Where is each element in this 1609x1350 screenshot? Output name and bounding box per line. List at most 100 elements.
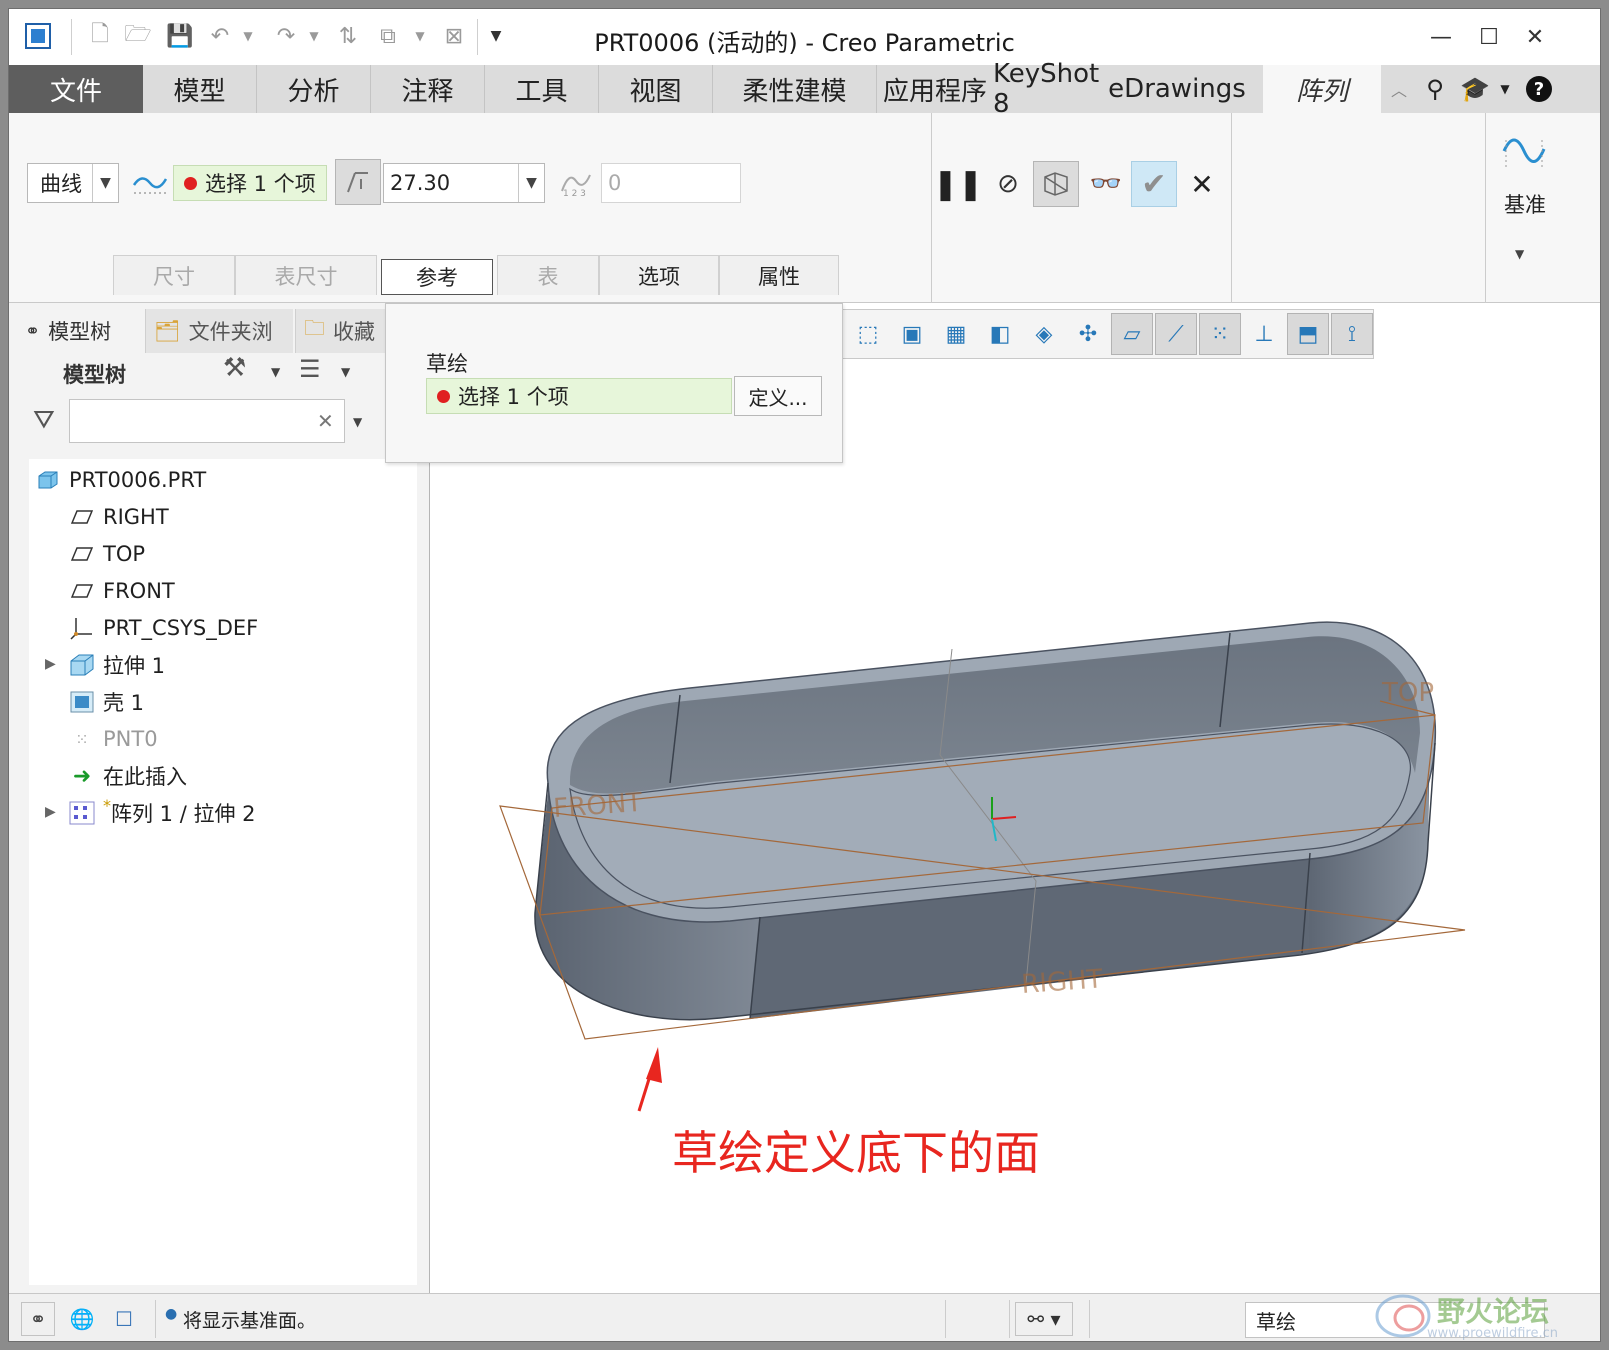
pattern-type-select[interactable]: 曲线 ▼: [27, 163, 119, 203]
tree-item-pnt0[interactable]: ⁙ PNT0: [67, 722, 157, 756]
tree-item-part[interactable]: PRT0006.PRT: [33, 463, 206, 497]
collapse-ribbon-icon[interactable]: ︿: [1383, 73, 1415, 105]
datum-label-right: RIGHT: [1020, 964, 1103, 1000]
help-icon[interactable]: ?: [1523, 73, 1555, 105]
selection-filter-value: 草绘: [1256, 1309, 1296, 1334]
member-count-input[interactable]: 0: [601, 163, 741, 203]
required-dot-icon: [437, 389, 450, 403]
find-binoculars-icon[interactable]: ⚯ ▾: [1015, 1302, 1073, 1336]
tab-model-tree[interactable]: ⚭ 模型树: [17, 309, 143, 353]
datum-dropdown-icon[interactable]: ▼: [1515, 247, 1524, 261]
no-preview-icon[interactable]: ⊘: [985, 161, 1031, 207]
tab-folder-browser-label: 文件夹浏: [188, 320, 273, 344]
tab-analysis[interactable]: 分析: [257, 65, 371, 113]
pattern-type-value: 曲线: [40, 172, 82, 196]
datum-icon[interactable]: [1499, 125, 1549, 175]
separator: [1485, 113, 1486, 303]
verify-preview-icon[interactable]: 👓: [1083, 161, 1129, 207]
annotation-arrow: [637, 1047, 662, 1112]
spacing-input[interactable]: 27.30 ▼: [383, 163, 545, 203]
tree-item-insert-here[interactable]: ➜ 在此插入: [67, 759, 187, 793]
subtab-properties[interactable]: 属性: [719, 255, 839, 295]
tree-item-right[interactable]: RIGHT: [67, 500, 169, 534]
pause-icon[interactable]: ❚❚: [933, 161, 983, 207]
tab-tools[interactable]: 工具: [485, 65, 599, 113]
tab-keyshot[interactable]: KeyShot 8: [993, 59, 1105, 119]
chevron-down-icon[interactable]: ▼: [92, 164, 118, 202]
tab-applications[interactable]: 应用程序: [877, 65, 993, 113]
search-icon[interactable]: ⚲: [1419, 73, 1451, 105]
ok-checkmark-icon[interactable]: ✔: [1131, 161, 1177, 207]
tree-item-label: 壳 1: [103, 691, 145, 715]
maximize-icon[interactable]: ☐: [1469, 21, 1509, 53]
expand-arrow-icon[interactable]: ▶: [45, 804, 56, 820]
tab-edrawings[interactable]: eDrawings: [1105, 65, 1249, 113]
tree-item-pattern-1[interactable]: * 阵列 1 / 拉伸 2: [67, 796, 256, 830]
tree-item-label: RIGHT: [103, 505, 169, 529]
model-tree: PRT0006.PRT RIGHT TOP FRONT PRT_CSYS_DEF…: [29, 459, 417, 1285]
browser-toggle-icon[interactable]: 🌐: [65, 1302, 99, 1336]
tab-view[interactable]: 视图: [599, 65, 713, 113]
minimize-icon[interactable]: —: [1421, 21, 1461, 53]
learning-dropdown-icon[interactable]: ▼: [1489, 73, 1521, 105]
tree-item-front[interactable]: FRONT: [67, 574, 175, 608]
subtab-options[interactable]: 选项: [599, 255, 719, 295]
learning-connector-icon[interactable]: 🎓: [1459, 73, 1491, 105]
datum-plane-icon: [67, 509, 97, 525]
tab-favorites[interactable]: 🗀 收藏: [295, 309, 385, 353]
chevron-down-icon[interactable]: ▼: [518, 164, 544, 202]
subtab-references[interactable]: 参考: [381, 259, 493, 295]
member-count-value: 0: [608, 171, 622, 195]
tree-item-extrude-1[interactable]: 拉伸 1: [67, 648, 165, 682]
preview-geometry-icon[interactable]: [1033, 161, 1079, 207]
close-icon[interactable]: ✕: [1515, 21, 1555, 53]
tab-pattern[interactable]: 阵列: [1263, 65, 1381, 113]
tab-annotate[interactable]: 注释: [371, 65, 485, 113]
filter-icon[interactable]: ⛛: [33, 405, 55, 436]
tree-item-label: 在此插入: [103, 765, 187, 789]
tree-item-top[interactable]: TOP: [67, 537, 145, 571]
tree-item-label: TOP: [103, 542, 146, 566]
show-list-icon[interactable]: ☰: [299, 355, 321, 383]
clear-filter-icon[interactable]: ✕: [317, 409, 334, 433]
model-tree-filter-input[interactable]: [69, 399, 345, 443]
settings-hammer-icon[interactable]: ⚒: [223, 353, 246, 383]
separator: [1009, 1300, 1010, 1338]
model-tree-header: 模型树: [63, 363, 126, 387]
full-screen-icon[interactable]: ☐: [107, 1302, 141, 1336]
tab-favorites-label: 收藏: [333, 320, 375, 344]
member-count-icon[interactable]: 1 2 3: [553, 159, 599, 205]
sketch-collector[interactable]: 选择 1 个项: [426, 378, 732, 414]
extrude-icon: [67, 653, 97, 677]
window-title: PRT0006 (活动的) - Creo Parametric: [594, 29, 1015, 57]
expand-arrow-icon[interactable]: ▶: [45, 656, 56, 672]
navigator-toggle-icon[interactable]: ⚭: [21, 1302, 55, 1336]
watermark-url: www.proewildfire.cn: [1427, 1326, 1558, 1341]
favorites-icon: 🗀: [304, 315, 325, 340]
tab-file[interactable]: 文件: [9, 65, 143, 113]
tab-folder-browser[interactable]: 🗂 文件夹浏: [145, 309, 293, 353]
tab-flexible-modeling[interactable]: 柔性建模: [713, 65, 877, 113]
tree-item-csys[interactable]: PRT_CSYS_DEF: [67, 611, 258, 645]
cancel-x-icon[interactable]: ✕: [1179, 161, 1225, 207]
tree-item-label: FRONT: [103, 579, 175, 603]
annotation-text: 草绘定义底下的面: [672, 1126, 1040, 1180]
subtab-table[interactable]: 表: [497, 255, 599, 295]
tree-item-label: 拉伸 1: [103, 654, 166, 678]
tab-model[interactable]: 模型: [143, 65, 257, 113]
filter-dropdown-icon[interactable]: ▼: [353, 415, 362, 429]
datum-label[interactable]: 基准: [1497, 189, 1553, 219]
pattern-dashboard: 曲线 ▼ 选择 1 个项 27.30 ▼ 1 2 3 0 ❚❚ ⊘ 👓 ✔ ✕ …: [9, 113, 1600, 303]
tree-item-shell-1[interactable]: 壳 1: [67, 685, 144, 719]
insert-here-icon: ➜: [72, 763, 92, 789]
spacing-icon[interactable]: [335, 159, 381, 205]
subtab-dimensions[interactable]: 尺寸: [113, 255, 235, 295]
subtab-table-dimensions[interactable]: 表尺寸: [235, 255, 377, 295]
folder-icon: 🗂: [154, 318, 181, 343]
svg-text:?: ?: [1534, 79, 1544, 100]
settings-dropdown-icon[interactable]: ▼: [271, 365, 280, 379]
tree-item-new-marker: *: [103, 796, 111, 815]
show-dropdown-icon[interactable]: ▼: [341, 365, 350, 379]
curve-collector[interactable]: 选择 1 个项: [173, 165, 327, 201]
define-button[interactable]: 定义...: [734, 376, 822, 416]
